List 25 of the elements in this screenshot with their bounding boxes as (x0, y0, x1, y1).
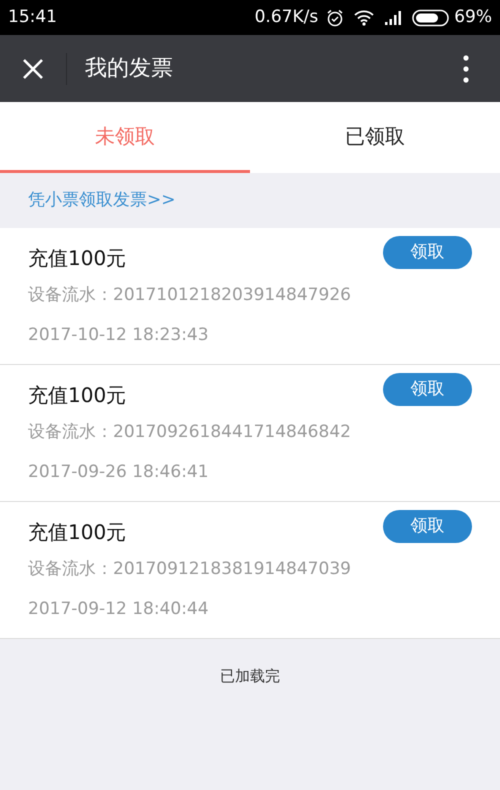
wifi-icon (354, 10, 374, 26)
receipt-invoice-link[interactable]: 凭小票领取发票>> (28, 188, 176, 214)
more-icon (463, 54, 469, 82)
invoice-title: 充值100元 (28, 382, 126, 409)
network-speed: 0.67K/s (254, 6, 318, 29)
invoice-time: 2017-09-12 18:40:44 (28, 598, 209, 621)
invoice-time: 2017-09-26 18:46:41 (28, 461, 209, 484)
invoice-title: 充值100元 (28, 519, 126, 546)
alarm-icon (326, 8, 344, 26)
claim-button[interactable]: 领取 (383, 373, 472, 406)
claim-button[interactable]: 领取 (383, 510, 472, 543)
invoice-title: 充值100元 (28, 245, 126, 272)
tab[interactable]: 已领取 (250, 102, 500, 173)
battery-percent: 69% (454, 6, 492, 29)
device-serial: 设备流水：2017092618441714846842 (28, 421, 351, 444)
device-serial: 设备流水：2017091218381914847039 (28, 558, 351, 581)
device-serial: 设备流水：2017101218203914847926 (28, 284, 351, 307)
tab[interactable]: 未领取 (0, 102, 250, 173)
battery-icon (412, 8, 450, 26)
invoice-time: 2017-10-12 18:23:43 (28, 324, 209, 347)
close-icon (22, 58, 44, 80)
claim-button[interactable]: 领取 (383, 236, 472, 269)
page-title: 我的发票 (85, 55, 173, 83)
loaded-status: 已加载完 (220, 666, 280, 687)
status-time: 15:41 (8, 6, 57, 29)
